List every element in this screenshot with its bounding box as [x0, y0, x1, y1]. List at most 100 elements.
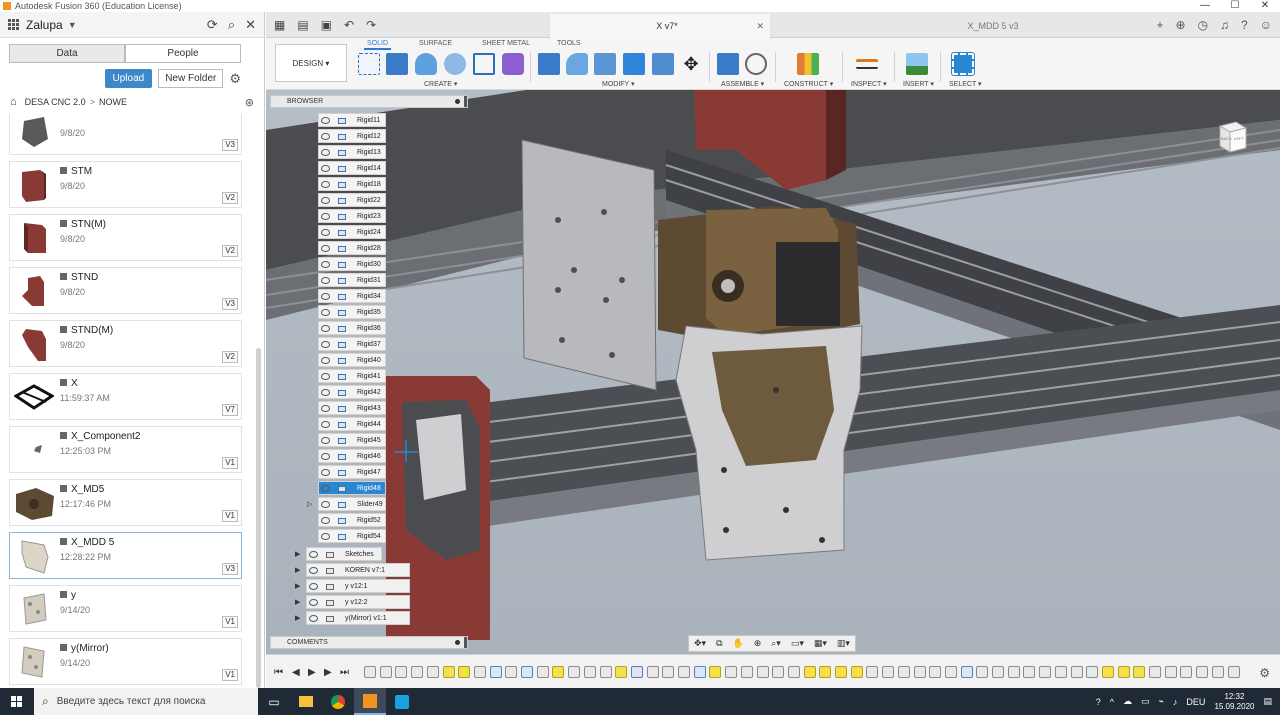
network-tray-icon[interactable]: ⌁	[1159, 696, 1164, 707]
visibility-eye-icon[interactable]	[321, 309, 330, 316]
timeline-feature[interactable]	[756, 666, 769, 678]
visibility-eye-icon[interactable]	[309, 567, 318, 574]
visibility-eye-icon[interactable]	[309, 599, 318, 606]
save-icon[interactable]: ▣	[321, 18, 332, 32]
file-card[interactable]: 9/8/20 V3	[9, 114, 242, 155]
visibility-eye-icon[interactable]	[321, 517, 330, 524]
timeline-feature[interactable]	[772, 666, 785, 678]
timeline-feature[interactable]	[882, 666, 895, 678]
timeline-feature[interactable]	[992, 666, 1004, 678]
insert-menu[interactable]: INSERT ▾	[903, 80, 934, 88]
network-icon[interactable]: ⊛	[245, 96, 254, 109]
search-icon[interactable]: ⌕	[228, 17, 235, 33]
browser-joint-row[interactable]: Rigid31	[318, 273, 386, 287]
browser-joint-row[interactable]: Rigid37	[318, 337, 386, 351]
action-center-icon[interactable]: ▤	[1263, 696, 1272, 707]
3d-viewport[interactable]: BACK LEFT	[266, 90, 1280, 654]
browser-joint-row[interactable]: Rigid43	[318, 401, 386, 415]
version-badge[interactable]: V3	[222, 139, 238, 151]
hole-icon[interactable]	[444, 53, 466, 75]
expand-arrow-icon[interactable]: ▶	[295, 548, 300, 562]
timeline-feature[interactable]	[379, 666, 392, 678]
timeline-feature[interactable]	[364, 666, 376, 678]
gear-icon[interactable]: ⚙	[229, 71, 241, 87]
workspace-switcher[interactable]: DESIGN ▾	[275, 44, 347, 82]
browser-component-row[interactable]: ▶ KOREN v7:1	[295, 563, 410, 577]
visibility-eye-icon[interactable]	[321, 325, 330, 332]
taskbar-search[interactable]: ⌕ Введите здесь текст для поиска	[34, 688, 258, 715]
app-grid-icon[interactable]	[8, 18, 20, 31]
timeline-last-icon[interactable]: ⏭	[340, 667, 349, 678]
timeline-feature[interactable]	[1211, 666, 1224, 678]
visibility-eye-icon[interactable]	[321, 149, 330, 156]
expand-arrow-icon[interactable]: ▶	[295, 596, 300, 610]
timeline-feature[interactable]	[897, 666, 910, 678]
move-icon[interactable]: ✥	[680, 53, 702, 75]
timeline-feature[interactable]	[411, 666, 424, 678]
version-badge[interactable]: V2	[222, 245, 238, 257]
visibility-eye-icon[interactable]	[321, 213, 330, 220]
construct-menu[interactable]: CONSTRUCT ▾	[784, 80, 833, 88]
browser-joint-row[interactable]: Rigid41	[318, 369, 386, 383]
browser-joint-row[interactable]: Rigid48	[318, 481, 386, 495]
visibility-eye-icon[interactable]	[321, 357, 330, 364]
timeline-feature[interactable]	[929, 666, 942, 678]
doc-tab[interactable]: X_MDD 5 v3	[866, 14, 1106, 38]
create-menu[interactable]: CREATE ▾	[424, 80, 457, 88]
add-comment-icon[interactable]	[455, 640, 460, 645]
visibility-eye-icon[interactable]	[321, 469, 330, 476]
volume-icon[interactable]: ♪	[1173, 697, 1178, 707]
timeline-feature[interactable]	[1149, 666, 1161, 678]
visibility-eye-icon[interactable]	[321, 197, 330, 204]
file-card[interactable]: X_Component2 12:25:03 PM V1	[9, 426, 242, 473]
visibility-eye-icon[interactable]	[321, 277, 330, 284]
doc-tab-active[interactable]: X v7* ✕	[550, 14, 770, 38]
version-badge[interactable]: V1	[222, 510, 238, 522]
browser-joint-row[interactable]: Rigid24	[318, 225, 386, 239]
combine-icon[interactable]	[623, 53, 645, 75]
home-icon[interactable]: ⌂	[10, 96, 17, 108]
timeline-feature[interactable]	[536, 666, 549, 678]
refresh-icon[interactable]: ⟳	[207, 17, 218, 33]
timeline-feature[interactable]	[505, 666, 518, 678]
browser-joint-row[interactable]: Rigid36	[318, 321, 386, 335]
timeline-feature[interactable]	[662, 666, 675, 678]
minimize-button[interactable]: —	[1190, 0, 1220, 12]
pin-icon[interactable]	[455, 99, 460, 104]
file-card[interactable]: STND 9/8/20 V3	[9, 267, 242, 314]
chamfer-icon[interactable]	[594, 53, 616, 75]
onedrive-icon[interactable]: ☁	[1123, 696, 1132, 707]
version-badge[interactable]: V2	[222, 351, 238, 363]
visibility-eye-icon[interactable]	[321, 229, 330, 236]
version-badge[interactable]: V3	[222, 563, 238, 575]
file-card[interactable]: STND(M) 9/8/20 V2	[9, 320, 242, 367]
browser-joint-row[interactable]: Rigid35	[318, 305, 386, 319]
select-menu[interactable]: SELECT ▾	[949, 80, 982, 88]
browser-component-row[interactable]: ▶ y v12:1	[295, 579, 410, 593]
timeline-feature[interactable]	[678, 666, 690, 678]
file-card[interactable]: y 9/14/20 V1	[9, 585, 242, 632]
timeline-feature[interactable]	[630, 666, 643, 678]
visibility-eye-icon[interactable]	[321, 501, 330, 508]
timeline-feature[interactable]	[1180, 666, 1193, 678]
viewcube[interactable]: BACK LEFT	[1214, 118, 1250, 154]
visibility-eye-icon[interactable]	[321, 533, 330, 540]
timeline-feature[interactable]	[1117, 666, 1130, 678]
browser-joint-row[interactable]: Rigid44	[318, 417, 386, 431]
job-status-icon[interactable]: ◷	[1198, 12, 1208, 38]
file-card[interactable]: y(Mirror) 9/14/20 V1	[9, 638, 242, 685]
extrude-icon[interactable]	[386, 53, 408, 75]
viewports-icon[interactable]: ▥▾	[837, 638, 850, 649]
modify-menu[interactable]: MODIFY ▾	[602, 80, 635, 88]
timeline-feature[interactable]	[395, 666, 408, 678]
tab-data[interactable]: Data	[9, 44, 125, 63]
timeline-feature[interactable]	[1039, 666, 1052, 678]
file-menu-icon[interactable]: ▤	[297, 18, 308, 32]
breadcrumb-folder[interactable]: NOWE	[99, 97, 127, 107]
version-badge[interactable]: V1	[222, 616, 238, 628]
timeline-feature[interactable]	[568, 666, 581, 678]
browser-joint-row[interactable]: Rigid52	[318, 513, 386, 527]
timeline-feature[interactable]	[787, 666, 800, 678]
timeline-feature[interactable]	[850, 666, 863, 678]
timeline-next-icon[interactable]: ▶	[324, 667, 332, 678]
